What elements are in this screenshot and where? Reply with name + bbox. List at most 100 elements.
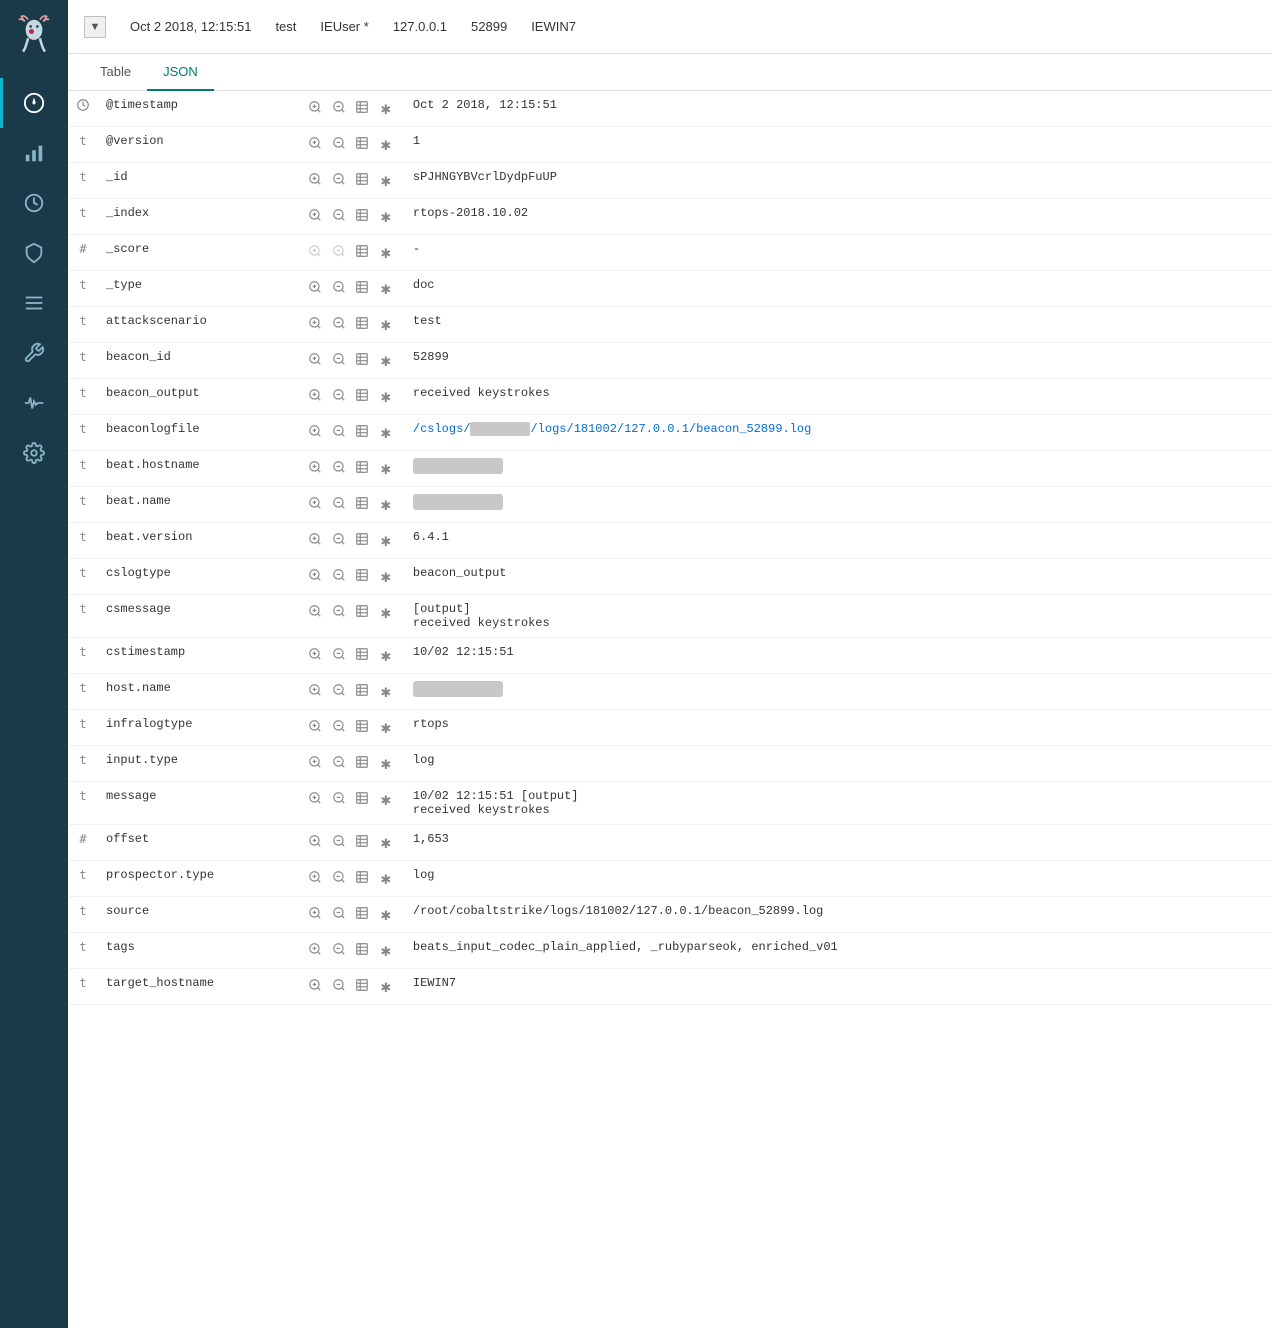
- filter-for-icon[interactable]: [306, 753, 324, 771]
- filter-out-icon[interactable]: [330, 422, 348, 440]
- expand-button[interactable]: ▼: [84, 16, 106, 38]
- filter-out-icon[interactable]: [330, 278, 348, 296]
- filter-for-icon[interactable]: [306, 278, 324, 296]
- filter-exists-icon[interactable]: ✱: [377, 101, 395, 119]
- filter-exists-icon[interactable]: ✱: [377, 605, 395, 623]
- filter-for-icon[interactable]: [306, 602, 324, 620]
- sidebar-item-devtools[interactable]: [0, 328, 68, 378]
- toggle-column-icon[interactable]: [353, 602, 371, 620]
- filter-out-icon[interactable]: [330, 350, 348, 368]
- filter-exists-icon[interactable]: ✱: [377, 907, 395, 925]
- filter-exists-icon[interactable]: ✱: [377, 871, 395, 889]
- toggle-column-icon[interactable]: [353, 170, 371, 188]
- filter-out-icon[interactable]: [330, 868, 348, 886]
- filter-out-icon[interactable]: [330, 170, 348, 188]
- filter-for-icon[interactable]: [306, 904, 324, 922]
- filter-out-icon[interactable]: [330, 645, 348, 663]
- filter-out-icon[interactable]: [330, 753, 348, 771]
- toggle-column-icon[interactable]: [353, 904, 371, 922]
- filter-for-icon[interactable]: [306, 494, 324, 512]
- filter-for-icon[interactable]: [306, 206, 324, 224]
- filter-exists-icon[interactable]: ✱: [377, 756, 395, 774]
- toggle-column-icon[interactable]: [353, 789, 371, 807]
- filter-exists-icon[interactable]: ✱: [377, 533, 395, 551]
- toggle-column-icon[interactable]: [353, 566, 371, 584]
- toggle-column-icon[interactable]: [353, 314, 371, 332]
- filter-out-icon[interactable]: [330, 530, 348, 548]
- filter-exists-icon[interactable]: ✱: [377, 389, 395, 407]
- toggle-column-icon[interactable]: [353, 645, 371, 663]
- filter-exists-icon[interactable]: ✱: [377, 835, 395, 853]
- filter-exists-icon[interactable]: ✱: [377, 943, 395, 961]
- toggle-column-icon[interactable]: [353, 753, 371, 771]
- filter-for-icon[interactable]: [306, 350, 324, 368]
- toggle-column-icon[interactable]: [353, 530, 371, 548]
- toggle-column-icon[interactable]: [353, 206, 371, 224]
- sidebar-item-shield[interactable]: [0, 228, 68, 278]
- filter-exists-icon[interactable]: ✱: [377, 317, 395, 335]
- filter-exists-icon[interactable]: ✱: [377, 569, 395, 587]
- filter-for-icon[interactable]: [306, 645, 324, 663]
- filter-exists-icon[interactable]: ✱: [377, 792, 395, 810]
- filter-out-icon[interactable]: [330, 940, 348, 958]
- toggle-column-icon[interactable]: [353, 681, 371, 699]
- sidebar-item-list[interactable]: [0, 278, 68, 328]
- filter-exists-icon[interactable]: ✱: [377, 720, 395, 738]
- filter-exists-icon[interactable]: ✱: [377, 173, 395, 191]
- toggle-column-icon[interactable]: [353, 494, 371, 512]
- filter-out-icon[interactable]: [330, 832, 348, 850]
- filter-for-icon[interactable]: [306, 789, 324, 807]
- filter-for-icon[interactable]: [306, 566, 324, 584]
- filter-for-icon[interactable]: [306, 314, 324, 332]
- toggle-column-icon[interactable]: [353, 940, 371, 958]
- toggle-column-icon[interactable]: [353, 134, 371, 152]
- filter-out-icon[interactable]: [330, 386, 348, 404]
- filter-for-icon[interactable]: [306, 681, 324, 699]
- toggle-column-icon[interactable]: [353, 868, 371, 886]
- filter-out-icon[interactable]: [330, 789, 348, 807]
- filter-for-icon[interactable]: [306, 170, 324, 188]
- filter-for-icon[interactable]: [306, 976, 324, 994]
- toggle-column-icon[interactable]: [353, 278, 371, 296]
- filter-out-icon[interactable]: [330, 717, 348, 735]
- toggle-column-icon[interactable]: [353, 242, 371, 260]
- filter-exists-icon[interactable]: ✱: [377, 137, 395, 155]
- filter-for-icon[interactable]: [306, 134, 324, 152]
- toggle-column-icon[interactable]: [353, 350, 371, 368]
- filter-out-icon[interactable]: [330, 458, 348, 476]
- filter-out-icon[interactable]: [330, 494, 348, 512]
- filter-out-icon[interactable]: [330, 681, 348, 699]
- sidebar-item-settings[interactable]: [0, 428, 68, 478]
- filter-for-icon[interactable]: [306, 98, 324, 116]
- filter-out-icon[interactable]: [330, 976, 348, 994]
- toggle-column-icon[interactable]: [353, 458, 371, 476]
- toggle-column-icon[interactable]: [353, 386, 371, 404]
- tab-table[interactable]: Table: [84, 54, 147, 91]
- toggle-column-icon[interactable]: [353, 717, 371, 735]
- filter-for-icon[interactable]: [306, 458, 324, 476]
- filter-for-icon[interactable]: [306, 868, 324, 886]
- filter-exists-icon[interactable]: ✱: [377, 979, 395, 997]
- sidebar-item-discover[interactable]: [0, 78, 68, 128]
- filter-for-icon[interactable]: [306, 530, 324, 548]
- filter-for-icon[interactable]: [306, 422, 324, 440]
- filter-exists-icon[interactable]: ✱: [377, 353, 395, 371]
- filter-out-icon[interactable]: [330, 904, 348, 922]
- filter-out-icon[interactable]: [330, 134, 348, 152]
- filter-out-icon[interactable]: [330, 602, 348, 620]
- toggle-column-icon[interactable]: [353, 98, 371, 116]
- filter-for-icon[interactable]: [306, 832, 324, 850]
- filter-out-icon[interactable]: [330, 566, 348, 584]
- filter-out-icon[interactable]: [330, 98, 348, 116]
- filter-for-icon[interactable]: [306, 386, 324, 404]
- sidebar-item-dashboard[interactable]: [0, 178, 68, 228]
- filter-exists-icon[interactable]: ✱: [377, 648, 395, 666]
- toggle-column-icon[interactable]: [353, 422, 371, 440]
- filter-exists-icon[interactable]: ✱: [377, 425, 395, 443]
- filter-exists-icon[interactable]: ✱: [377, 497, 395, 515]
- filter-exists-icon[interactable]: ✱: [377, 461, 395, 479]
- tab-json[interactable]: JSON: [147, 54, 214, 91]
- filter-out-icon[interactable]: [330, 314, 348, 332]
- filter-for-icon[interactable]: [306, 717, 324, 735]
- toggle-column-icon[interactable]: [353, 832, 371, 850]
